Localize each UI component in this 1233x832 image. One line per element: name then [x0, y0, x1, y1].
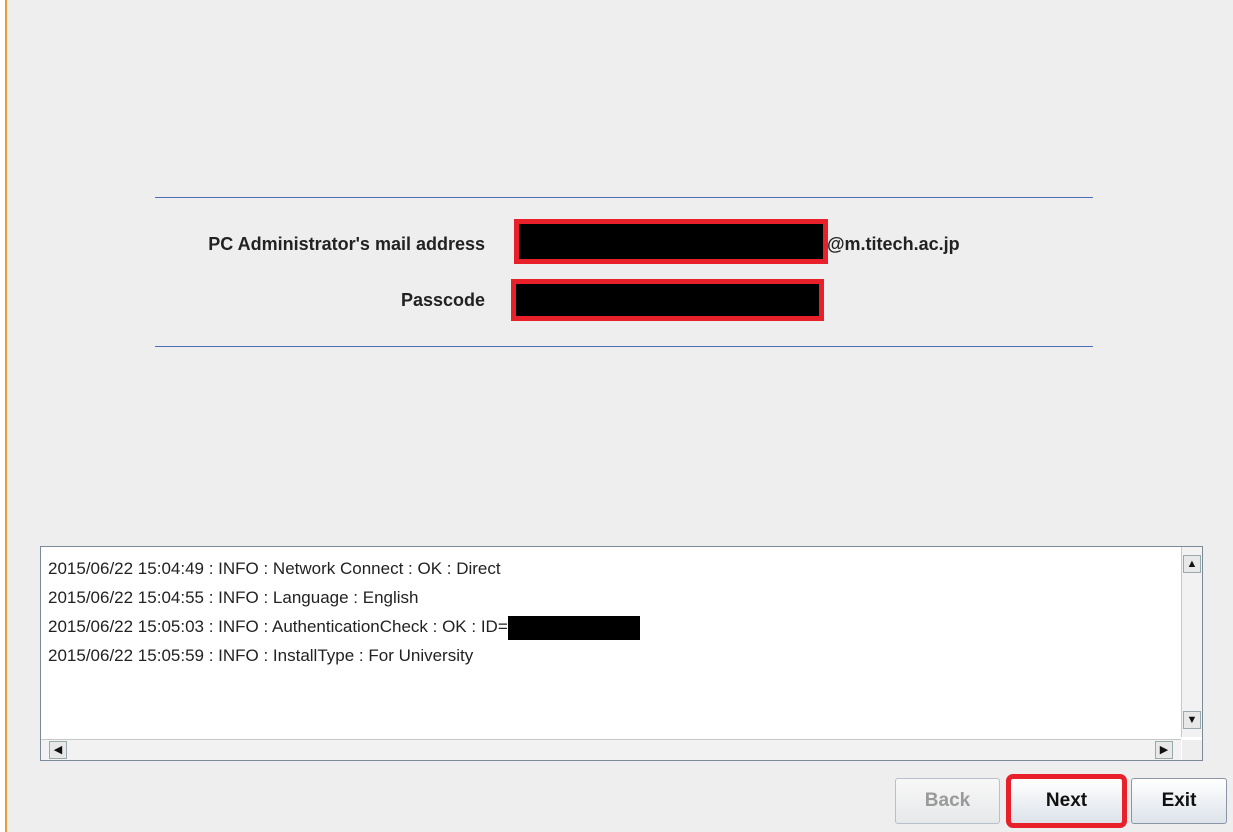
passcode-input[interactable]: [511, 279, 824, 321]
mail-domain-label: @m.titech.ac.jp: [827, 234, 960, 254]
log-line: 2015/06/22 15:04:55 : INFO : Language : …: [48, 588, 419, 607]
back-button[interactable]: Back: [895, 778, 1000, 824]
exit-button[interactable]: Exit: [1131, 778, 1227, 824]
arrow-up-icon[interactable]: ▲: [1183, 555, 1201, 573]
log-panel[interactable]: 2015/06/22 15:04:49 : INFO : Network Con…: [40, 546, 1203, 761]
scroll-corner: [1182, 740, 1202, 760]
bottom-divider: [155, 346, 1093, 347]
top-divider: [155, 197, 1093, 198]
arrow-left-icon[interactable]: ◀: [49, 741, 67, 759]
log-line: 2015/06/22 15:05:03 : INFO : Authenticat…: [48, 612, 640, 641]
log-line: 2015/06/22 15:04:49 : INFO : Network Con…: [48, 559, 501, 578]
passcode-label: Passcode: [400, 290, 485, 310]
log-lines: 2015/06/22 15:04:49 : INFO : Network Con…: [48, 554, 640, 670]
mail-input[interactable]: [514, 219, 828, 264]
vertical-scrollbar[interactable]: ▲ ▼: [1181, 547, 1202, 737]
window-edge: [0, 0, 7, 832]
redacted-id: [507, 615, 640, 640]
arrow-down-icon[interactable]: ▼: [1183, 711, 1201, 729]
next-button[interactable]: Next: [1006, 774, 1127, 828]
horizontal-scrollbar[interactable]: ◀ ▶: [41, 739, 1181, 760]
mail-label: PC Administrator's mail address: [208, 234, 485, 254]
arrow-right-icon[interactable]: ▶: [1155, 741, 1173, 759]
log-line: 2015/06/22 15:05:59 : INFO : InstallType…: [48, 646, 474, 665]
